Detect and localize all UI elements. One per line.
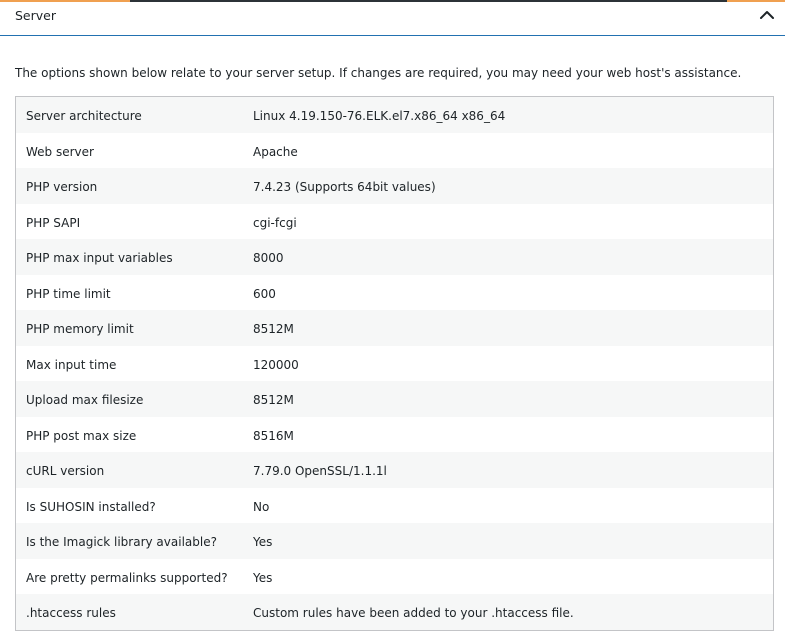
- row-value: 8512M: [253, 393, 294, 407]
- table-row: cURL version 7.79.0 OpenSSL/1.1.1l: [16, 452, 773, 488]
- row-value: 8512M: [253, 322, 294, 336]
- row-value: cgi-fcgi: [253, 215, 297, 230]
- table-row: PHP post max size 8516M: [16, 416, 773, 452]
- row-label: PHP max input variables: [26, 251, 173, 265]
- row-label: PHP SAPI: [26, 215, 81, 230]
- row-label: Is SUHOSIN installed?: [26, 499, 156, 514]
- table-row: Is SUHOSIN installed? No: [16, 487, 773, 523]
- table-row: Server architecture Linux 4.19.150-76.ELK…: [16, 97, 773, 133]
- section-title: Server: [15, 8, 56, 23]
- row-value: 7.4.23 (Supports 64bit values): [253, 180, 436, 194]
- row-value: 7.79.0 OpenSSL/1.1.1l: [253, 464, 387, 478]
- table-row: PHP memory limit 8512M: [16, 310, 773, 346]
- table-row: PHP version 7.4.23 (Supports 64bit values…: [16, 168, 773, 204]
- row-label: .htaccess rules: [26, 606, 116, 620]
- table-row: Max input time 120000: [16, 345, 773, 381]
- row-value: 120000: [253, 357, 299, 372]
- table-row: PHP max input variables 8000: [16, 239, 773, 275]
- row-value: Yes: [253, 535, 273, 549]
- row-label: Is the Imagick library available?: [26, 535, 217, 549]
- row-value: Linux 4.19.150-76.ELK.el7.x86_64 x86_64: [253, 109, 506, 123]
- row-label: Web server: [26, 144, 94, 159]
- table-row: Upload max filesize 8512M: [16, 381, 773, 417]
- section-description: The options shown below relate to your s…: [15, 66, 742, 80]
- collapse-toggle-button[interactable]: [757, 5, 777, 25]
- row-label: PHP time limit: [26, 286, 111, 301]
- section-header[interactable]: Server: [0, 2, 785, 36]
- row-label: cURL version: [26, 464, 105, 478]
- row-label: PHP memory limit: [26, 322, 134, 336]
- server-info-table: Server architecture Linux 4.19.150-76.ELK…: [15, 96, 774, 631]
- row-label: PHP post max size: [26, 428, 137, 443]
- row-label: Upload max filesize: [26, 393, 144, 407]
- row-label: Are pretty permalinks supported?: [26, 570, 228, 585]
- chevron-up-icon: [760, 11, 774, 19]
- row-value: Apache: [253, 144, 298, 159]
- row-label: Server architecture: [26, 109, 142, 123]
- table-row: Are pretty permalinks supported? Yes: [16, 558, 773, 594]
- table-row: .htaccess rules Custom rules have been ad…: [16, 594, 773, 630]
- table-row: PHP time limit 600: [16, 274, 773, 310]
- row-value: Custom rules have been added to your .ht…: [253, 606, 574, 620]
- row-label: PHP version: [26, 180, 98, 194]
- table-row: Web server Apache: [16, 132, 773, 168]
- row-value: 8000: [253, 251, 284, 265]
- table-row: PHP SAPI cgi-fcgi: [16, 203, 773, 239]
- row-value: 600: [253, 286, 276, 301]
- row-label: Max input time: [26, 357, 117, 372]
- row-value: No: [253, 499, 270, 514]
- row-value: 8516M: [253, 428, 294, 443]
- server-panel: Server The options shown below relate to…: [0, 0, 785, 639]
- row-value: Yes: [253, 570, 273, 585]
- table-row: Is the Imagick library available? Yes: [16, 523, 773, 559]
